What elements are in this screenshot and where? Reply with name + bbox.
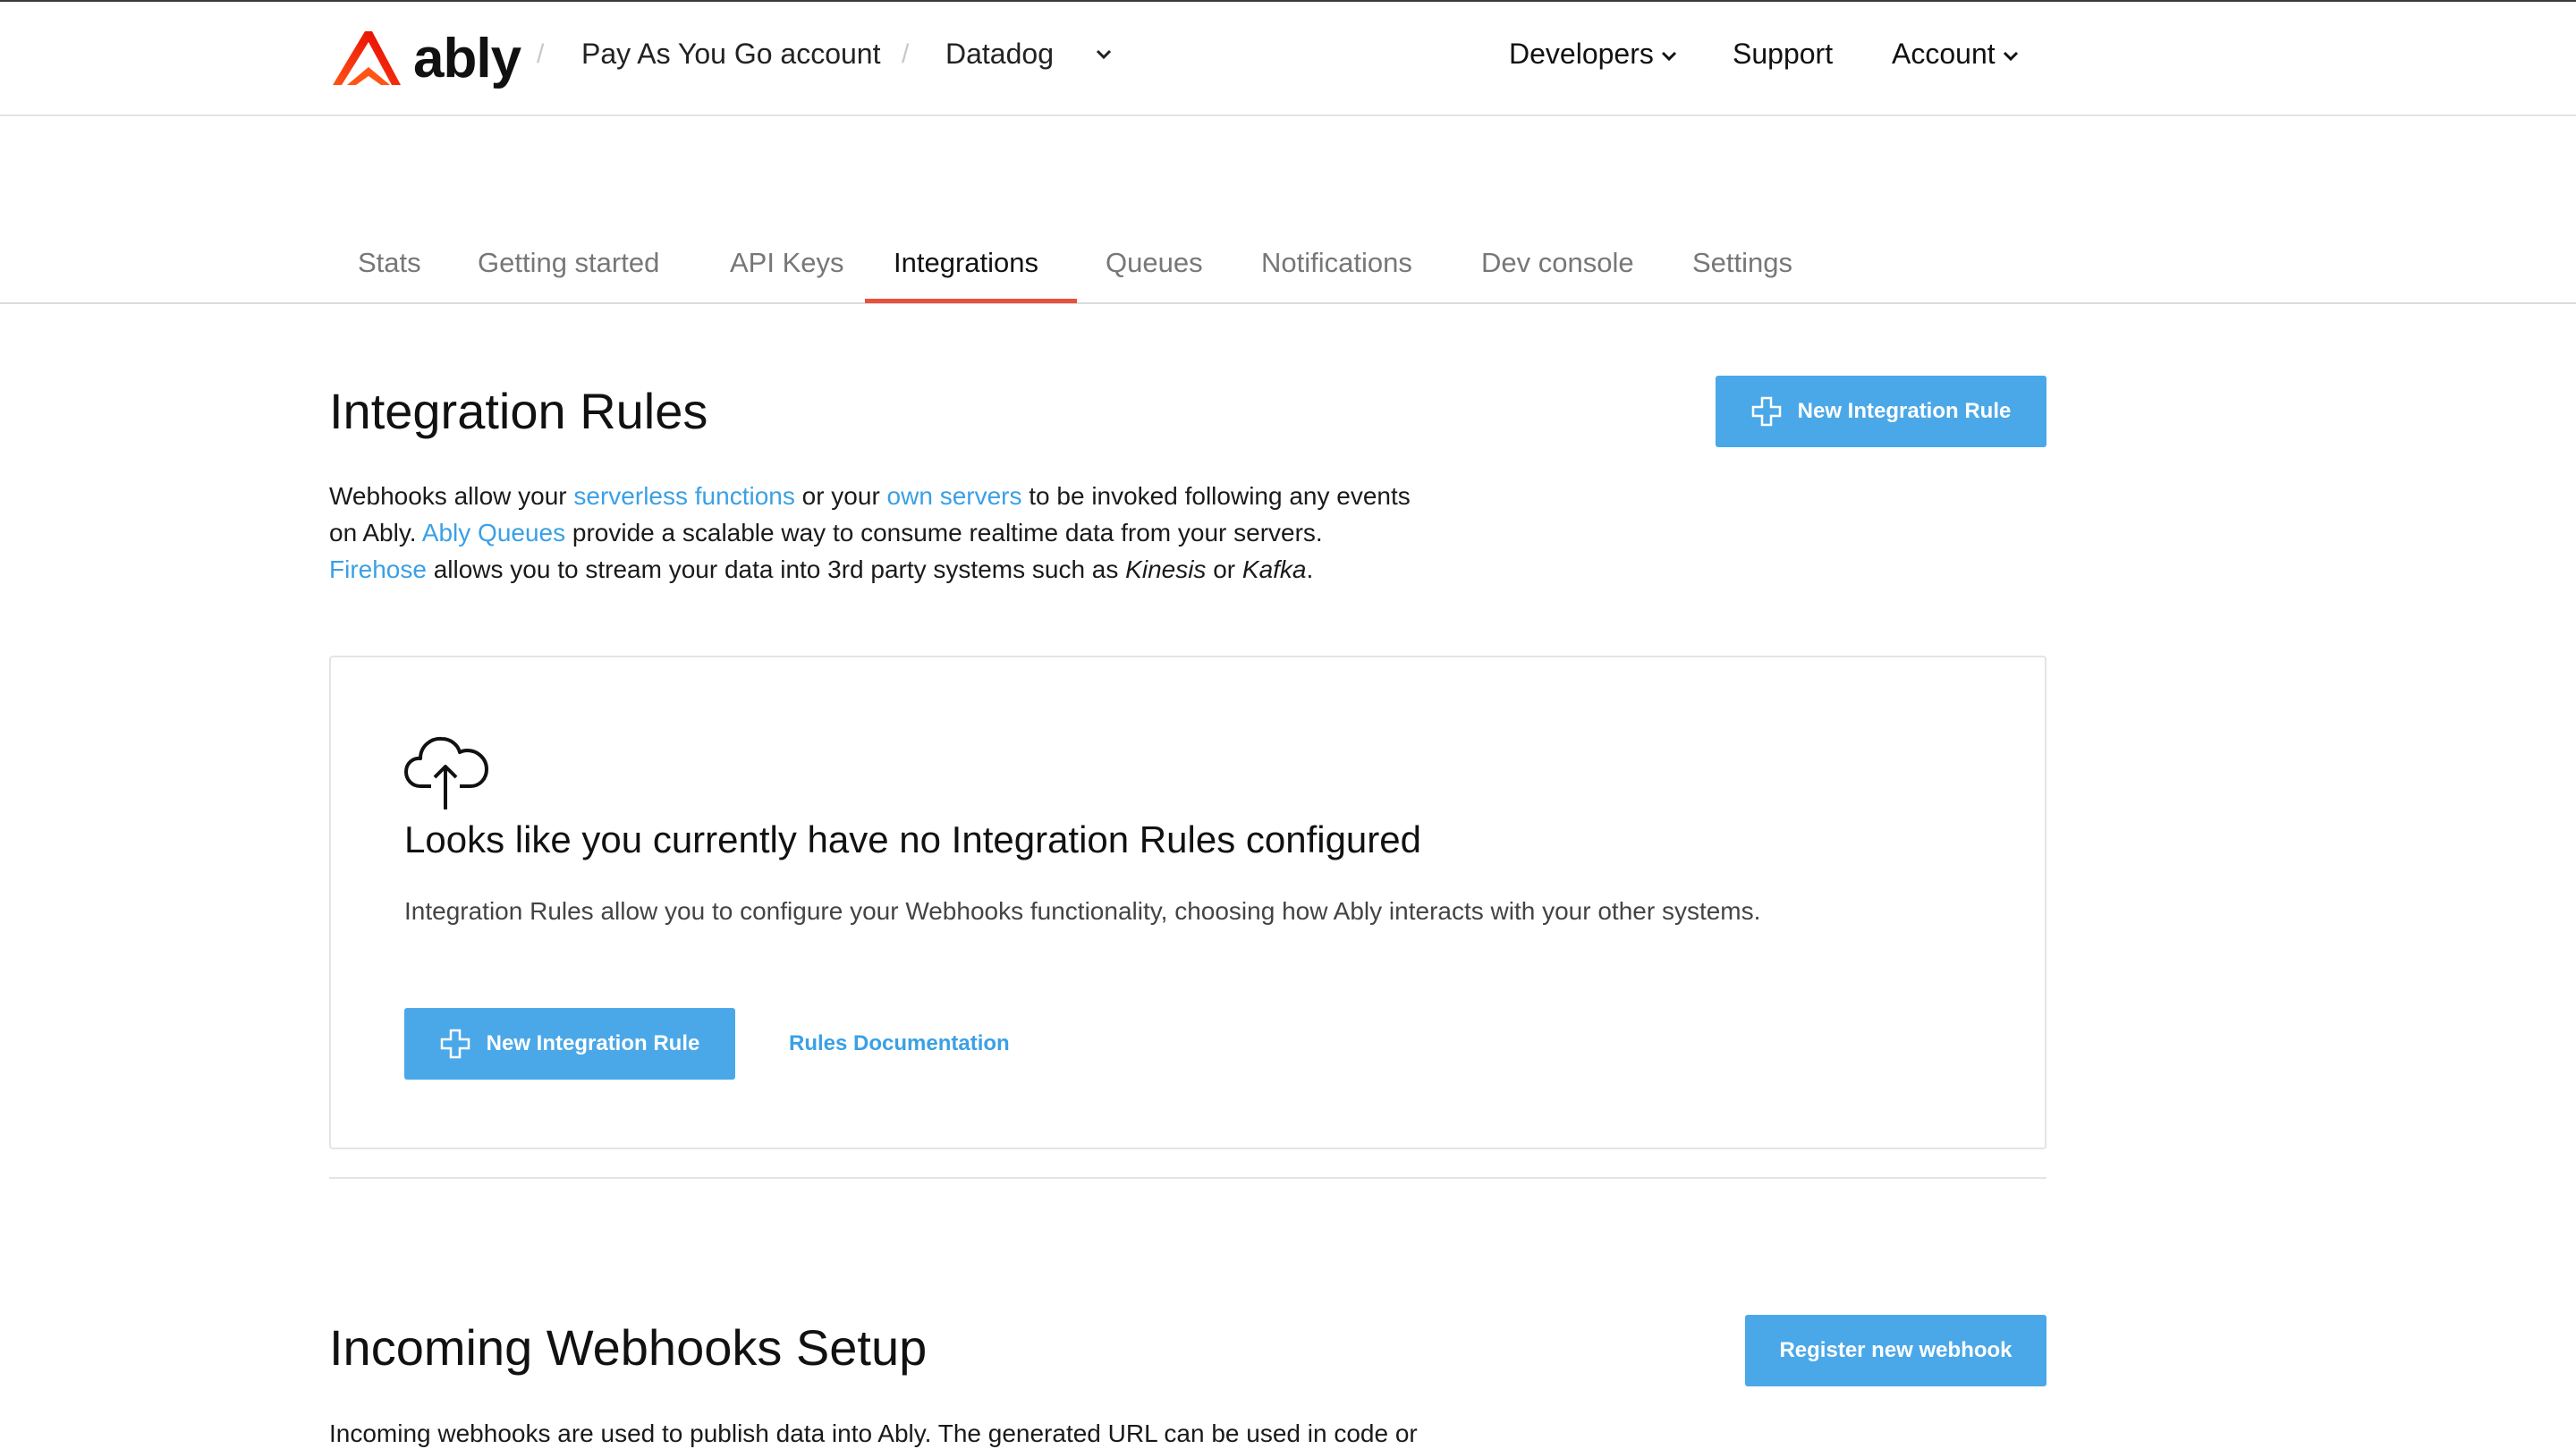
- link-firehose[interactable]: Firehose: [329, 555, 427, 583]
- link-own-servers[interactable]: own servers: [887, 482, 1022, 510]
- incoming-webhooks-title: Incoming Webhooks Setup: [329, 1319, 928, 1376]
- breadcrumb-separator: /: [537, 39, 545, 69]
- intro-text: to be invoked following any events: [1021, 482, 1411, 510]
- nav-support-label: Support: [1733, 38, 1834, 70]
- logo-wordmark: ably: [413, 28, 521, 89]
- cloud-upload-icon: [404, 736, 488, 809]
- tab-dev-console[interactable]: Dev console: [1481, 247, 1634, 279]
- tab-api-keys[interactable]: API Keys: [730, 247, 844, 279]
- intro-text: allows you to stream your data into 3rd …: [426, 555, 1126, 583]
- nav-account[interactable]: Account: [1892, 38, 2019, 71]
- intro-text: Webhooks allow your: [329, 482, 574, 510]
- intro-text: or: [1206, 555, 1242, 583]
- register-webhook-button[interactable]: Register new webhook: [1745, 1315, 2046, 1386]
- empty-state-card: Looks like you currently have no Integra…: [329, 656, 2046, 1149]
- tab-notifications[interactable]: Notifications: [1261, 247, 1412, 279]
- chevron-down-icon: [1661, 51, 1676, 61]
- new-integration-rule-label: New Integration Rule: [486, 1031, 700, 1055]
- intro-text: on Ably.: [329, 519, 422, 547]
- top-header: ably / Pay As You Go account / Datadog D…: [0, 2, 2576, 116]
- intro-emphasis-kinesis: Kinesis: [1125, 555, 1207, 583]
- integration-rules-title: Integration Rules: [329, 383, 708, 439]
- integration-rules-intro: Webhooks allow your serverless functions…: [329, 478, 1546, 588]
- tab-integrations[interactable]: Integrations: [894, 247, 1038, 279]
- plus-icon: [1751, 396, 1781, 427]
- link-ably-queues[interactable]: Ably Queues: [422, 519, 565, 547]
- tab-settings[interactable]: Settings: [1692, 247, 1792, 279]
- empty-state-title: Looks like you currently have no Integra…: [404, 818, 1421, 860]
- app-tabs: Stats Getting started API Keys Integrati…: [0, 242, 2576, 304]
- nav-support[interactable]: Support: [1733, 38, 1833, 71]
- new-integration-rule-button[interactable]: New Integration Rule: [404, 1008, 735, 1080]
- register-webhook-label: Register new webhook: [1779, 1338, 2012, 1362]
- section-divider: [329, 1177, 2046, 1179]
- new-integration-rule-button-top[interactable]: New Integration Rule: [1716, 376, 2046, 447]
- nav-developers[interactable]: Developers: [1509, 38, 1677, 71]
- tab-getting-started[interactable]: Getting started: [478, 247, 659, 279]
- ably-logo-icon: [333, 31, 401, 85]
- ably-logo[interactable]: ably: [329, 27, 521, 91]
- intro-text: .: [1306, 555, 1314, 583]
- new-integration-rule-label: New Integration Rule: [1797, 399, 2012, 423]
- rules-documentation-link[interactable]: Rules Documentation: [789, 1031, 1010, 1056]
- chevron-down-icon[interactable]: [1095, 48, 1113, 61]
- chevron-down-icon: [2003, 51, 2018, 61]
- breadcrumb-separator: /: [902, 39, 910, 69]
- link-serverless-functions[interactable]: serverless functions: [573, 482, 794, 510]
- tab-stats[interactable]: Stats: [358, 247, 421, 279]
- tab-queues[interactable]: Queues: [1106, 247, 1203, 279]
- nav-account-label: Account: [1892, 38, 1996, 70]
- incoming-webhooks-intro: Incoming webhooks are used to publish da…: [329, 1419, 1418, 1447]
- intro-text: provide a scalable way to consume realti…: [565, 519, 1323, 547]
- active-tab-indicator: [865, 299, 1077, 303]
- breadcrumb-app[interactable]: Datadog: [945, 38, 1054, 71]
- empty-state-description: Integration Rules allow you to configure…: [404, 897, 1761, 925]
- breadcrumb-account[interactable]: Pay As You Go account: [581, 38, 880, 71]
- intro-emphasis-kafka: Kafka: [1241, 555, 1307, 583]
- nav-developers-label: Developers: [1509, 38, 1654, 70]
- intro-text: or your: [794, 482, 887, 510]
- plus-icon: [440, 1029, 470, 1059]
